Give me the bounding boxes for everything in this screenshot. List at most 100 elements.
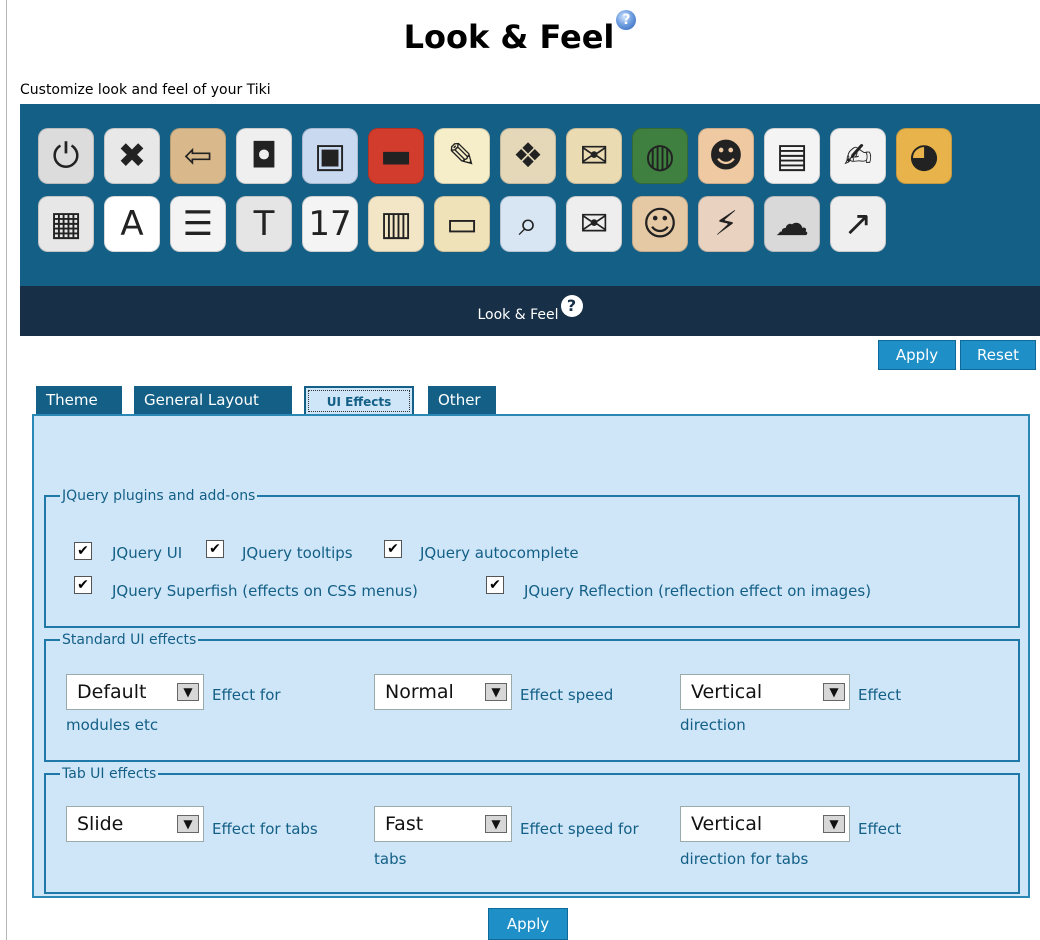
palette-icon[interactable]: ◕ — [896, 128, 952, 184]
checkbox-jquery-reflection[interactable]: ✔ — [486, 576, 504, 594]
id-card-icon-glyph: ▭ — [445, 204, 479, 244]
cable-plug-icon[interactable]: ⚡ — [698, 196, 754, 252]
id-card-icon[interactable]: ▭ — [434, 196, 490, 252]
users-icon-glyph: ☻ — [708, 136, 744, 176]
puzzle-pieces-icon[interactable]: ❖ — [500, 128, 556, 184]
list-document-icon[interactable]: ☰ — [170, 196, 226, 252]
page-frame-border — [6, 0, 7, 940]
toolbar-row-1: ⏻ ✖ ⇦ ◘ ▣ ▬ ✎ ❖ ✉ ◍ ☻ ▤ ✍ ◕ — [38, 128, 952, 184]
standard-direction-value: Vertical — [691, 681, 763, 703]
standard-direction-select[interactable]: Vertical ▼ — [680, 674, 850, 710]
user-cabinet-icon[interactable]: ☺ — [632, 196, 688, 252]
standard-speed-select[interactable]: Normal ▼ — [374, 674, 512, 710]
standard-ui-effects-legend: Standard UI effects — [62, 632, 197, 648]
wiki-document-icon-glyph: ▤ — [775, 136, 809, 176]
wiki-document-icon[interactable]: ▤ — [764, 128, 820, 184]
tab-theme[interactable]: Theme — [36, 386, 122, 414]
section-header: Look & Feel? — [20, 286, 1040, 336]
jquery-plugins-legend: JQuery plugins and add-ons — [62, 488, 256, 504]
checkbox-jquery-autocomplete[interactable]: ✔ — [384, 540, 402, 558]
standard-direction-label-2: direction — [680, 716, 746, 734]
help-icon[interactable]: ? — [616, 10, 637, 30]
globe-icon-glyph: ◍ — [645, 136, 675, 176]
clipboard-diagram-icon[interactable]: ▥ — [368, 196, 424, 252]
chevron-down-icon[interactable]: ▼ — [177, 683, 199, 701]
standard-effect-label-2: modules etc — [66, 716, 159, 734]
calendar-icon-glyph: 17 — [308, 204, 352, 244]
mail-card-icon-glyph: ✉ — [579, 136, 609, 176]
puzzle-pieces-icon-glyph: ❖ — [512, 136, 544, 176]
standard-effect-select[interactable]: Default ▼ — [66, 674, 204, 710]
notepad-pencil-icon-glyph: ✎ — [447, 136, 477, 176]
text-t-icon[interactable]: T — [236, 196, 292, 252]
power-icon[interactable]: ⏻ — [38, 128, 94, 184]
text-t-icon-glyph: T — [253, 204, 275, 244]
magnifier-icon[interactable]: ⌕ — [500, 196, 556, 252]
section-help-icon[interactable]: ? — [560, 295, 583, 317]
tab-direction-label-2: direction for tabs — [680, 850, 809, 868]
login-door-icon-glyph: ⇦ — [183, 136, 213, 176]
login-door-icon[interactable]: ⇦ — [170, 128, 226, 184]
chevron-down-icon[interactable]: ▼ — [823, 815, 845, 833]
brain-icon[interactable]: ☁ — [764, 196, 820, 252]
font-a-icon[interactable]: A — [104, 196, 160, 252]
card-file-icon[interactable]: ▦ — [38, 196, 94, 252]
notepad-pencil-icon[interactable]: ✎ — [434, 128, 490, 184]
checkbox-jquery-ui[interactable]: ✔ — [74, 542, 92, 560]
profile-silhouette-icon-glyph: ◘ — [250, 136, 278, 176]
look-feel-picture-icon-glyph: ▣ — [313, 136, 347, 176]
profile-silhouette-icon[interactable]: ◘ — [236, 128, 292, 184]
list-document-icon-glyph: ☰ — [182, 204, 214, 244]
calendar-icon[interactable]: 17 — [302, 196, 358, 252]
tab-speed-value: Fast — [385, 813, 424, 835]
reset-button[interactable]: Reset — [960, 340, 1036, 370]
german-flag-icon[interactable]: ▬ — [368, 128, 424, 184]
palette-icon-glyph: ◕ — [909, 136, 939, 176]
german-flag-icon-glyph: ▬ — [379, 136, 413, 176]
users-icon[interactable]: ☻ — [698, 128, 754, 184]
tab-general-layout[interactable]: General Layout — [134, 386, 292, 414]
checkbox-jquery-superfish[interactable]: ✔ — [74, 576, 92, 594]
page-subtitle: Customize look and feel of your Tiki — [20, 82, 271, 98]
tools-icon[interactable]: ✖ — [104, 128, 160, 184]
tab-other[interactable]: Other — [428, 386, 496, 414]
chevron-down-icon[interactable]: ▼ — [485, 683, 507, 701]
network-arrow-icon[interactable]: ↗ — [830, 196, 886, 252]
checkbox-jquery-tooltips[interactable]: ✔ — [206, 540, 224, 558]
send-mail-icon-glyph: ✉ — [579, 204, 609, 244]
tab-ui-effects-legend: Tab UI effects — [62, 766, 157, 782]
send-mail-icon[interactable]: ✉ — [566, 196, 622, 252]
power-icon-glyph: ⏻ — [52, 136, 80, 176]
chevron-down-icon[interactable]: ▼ — [177, 815, 199, 833]
edit-document-icon[interactable]: ✍ — [830, 128, 886, 184]
standard-speed-label: Effect speed — [520, 686, 614, 704]
apply-button[interactable]: Apply — [878, 340, 956, 370]
chevron-down-icon[interactable]: ▼ — [823, 683, 845, 701]
tab-speed-select[interactable]: Fast ▼ — [374, 806, 512, 842]
tab-effect-label: Effect for tabs — [212, 820, 318, 838]
ui-effects-panel: JQuery plugins and add-ons ✔ JQuery UI ✔… — [32, 414, 1030, 898]
cable-plug-icon-glyph: ⚡ — [714, 204, 738, 244]
standard-speed-value: Normal — [385, 681, 454, 703]
label-jquery-autocomplete: JQuery autocomplete — [420, 544, 579, 562]
apply-bottom-button[interactable]: Apply — [488, 908, 568, 940]
tab-direction-value: Vertical — [691, 813, 763, 835]
standard-effect-label-1: Effect for — [212, 686, 281, 704]
label-jquery-reflection: JQuery Reflection (reflection effect on … — [524, 582, 872, 600]
tab-direction-select[interactable]: Vertical ▼ — [680, 806, 850, 842]
user-cabinet-icon-glyph: ☺ — [642, 204, 678, 244]
look-feel-picture-icon[interactable]: ▣ — [302, 128, 358, 184]
tab-effect-select[interactable]: Slide ▼ — [66, 806, 204, 842]
tab-ui-effects[interactable]: UI Effects — [304, 386, 414, 416]
label-jquery-superfish: JQuery Superfish (effects on CSS menus) — [112, 582, 418, 600]
chevron-down-icon[interactable]: ▼ — [485, 815, 507, 833]
tab-speed-label-2: tabs — [374, 850, 407, 868]
page-title: Look & Feel? — [0, 10, 1040, 56]
globe-icon[interactable]: ◍ — [632, 128, 688, 184]
standard-direction-label-1: Effect — [858, 686, 902, 704]
brain-icon-glyph: ☁ — [775, 204, 809, 244]
font-a-icon-glyph: A — [120, 204, 144, 244]
tools-icon-glyph: ✖ — [117, 136, 147, 176]
mail-card-icon[interactable]: ✉ — [566, 128, 622, 184]
label-jquery-ui: JQuery UI — [112, 544, 183, 562]
